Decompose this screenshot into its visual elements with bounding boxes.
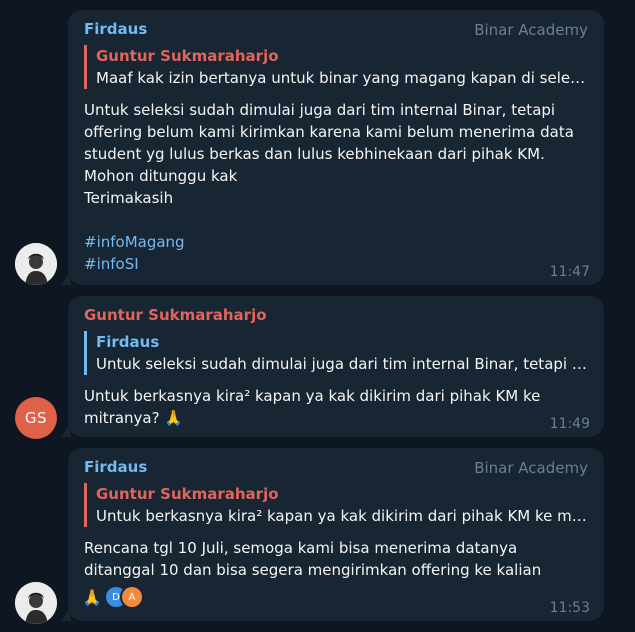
person-photo-icon [15,243,57,285]
message-bubble[interactable]: Firdaus Binar Academy Guntur Sukmaraharj… [61,10,604,285]
reaction-emoji[interactable]: 🙏 [82,588,102,607]
message-text: Untuk berkasnya kira² kapan ya kak dikir… [84,387,541,427]
admin-badge: Binar Academy [474,459,588,477]
message-time: 11:49 [549,416,590,432]
message-time: 11:53 [549,600,590,616]
sender-name[interactable]: Guntur Sukmaraharjo [84,306,588,324]
message-text: Untuk seleksi sudah dimulai juga dari ti… [84,101,574,207]
message-time: 11:47 [549,264,590,280]
hashtag-link[interactable]: #infoMagang [84,231,588,253]
reply-text: Untuk seleksi sudah dimulai juga dari ti… [96,355,588,373]
reply-sender-name: Firdaus [96,333,160,351]
avatar[interactable]: GS [15,397,57,439]
avatar[interactable] [15,243,57,285]
reply-quote[interactable]: Guntur Sukmaraharjo Maaf kak izin bertan… [84,45,588,89]
person-photo-icon [15,582,57,624]
admin-badge: Binar Academy [474,21,588,39]
reply-text: Untuk berkasnya kira² kapan ya kak dikir… [96,507,588,525]
reply-quote[interactable]: Firdaus Untuk seleksi sudah dimulai juga… [84,331,588,375]
message-text: Rencana tgl 10 Juli, semoga kami bisa me… [84,539,542,579]
avatar[interactable] [15,582,57,624]
message-bubble[interactable]: Firdaus Binar Academy Guntur Sukmaraharj… [61,448,604,621]
hashtag-link[interactable]: #infoSI [84,253,588,275]
reply-text: Maaf kak izin bertanya untuk binar yang … [96,69,588,87]
reactor-avatar: A [119,585,144,609]
reply-sender-name: Guntur Sukmaraharjo [96,485,279,503]
reply-sender-name: Guntur Sukmaraharjo [96,47,279,65]
reply-quote[interactable]: Guntur Sukmaraharjo Untuk berkasnya kira… [84,483,588,527]
reactions[interactable]: 🙏 D A [82,585,144,609]
message-bubble[interactable]: Guntur Sukmaraharjo Firdaus Untuk seleks… [61,296,604,437]
